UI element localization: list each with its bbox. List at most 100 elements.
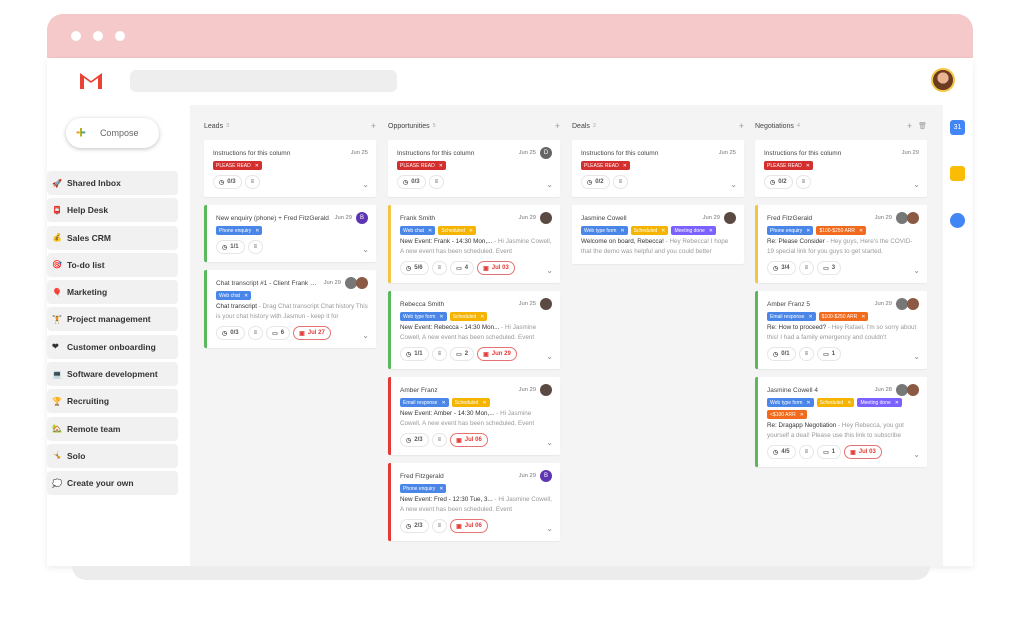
sidebar-item-to-do-list[interactable]: 🎯 To-do list [47, 252, 178, 277]
remove-tag-icon[interactable]: ✕ [255, 163, 259, 169]
chevron-down-icon[interactable]: ⌄ [913, 352, 920, 361]
card[interactable]: Fred Fitzgerald Jun 29 B Phone enquiry ✕ New… [388, 463, 560, 541]
label-tag[interactable]: Web chat ✕ [216, 291, 252, 300]
chevron-down-icon[interactable]: ⌄ [546, 180, 553, 189]
comments-chip[interactable]: ▭ 1 [817, 445, 842, 459]
checklist-chip[interactable]: ◷ 3/4 [767, 261, 796, 275]
remove-tag-icon[interactable]: ✕ [620, 228, 624, 234]
notes-chip[interactable]: ≡ [244, 175, 261, 189]
checklist-chip[interactable]: ◷ 2/3 [400, 519, 429, 533]
tasks-icon[interactable] [950, 213, 965, 228]
notes-chip[interactable]: ≡ [798, 347, 815, 361]
card[interactable]: Amber Franz Jun 29 Email response ✕ Schedul… [388, 377, 560, 455]
due-date-chip[interactable]: ▣ Jun 29 [477, 347, 517, 361]
search-input[interactable] [130, 70, 397, 92]
card[interactable]: New enquiry (phone) + Fred FitzGerald Jun… [204, 205, 376, 262]
chevron-down-icon[interactable]: ⌄ [546, 524, 553, 533]
checklist-chip[interactable]: ◷ 5/6 [400, 261, 429, 275]
label-tag[interactable]: Meeting done ✕ [857, 398, 902, 407]
trash-icon[interactable]: 🗑 [918, 122, 927, 130]
remove-tag-icon[interactable]: ✕ [661, 228, 665, 234]
chevron-down-icon[interactable]: ⌄ [362, 245, 369, 254]
comments-chip[interactable]: ▭ 1 [817, 347, 842, 361]
remove-tag-icon[interactable]: ✕ [244, 293, 248, 299]
checklist-chip[interactable]: ◷ 0/3 [397, 175, 426, 189]
remove-tag-icon[interactable]: ✕ [482, 400, 486, 406]
due-date-chip[interactable]: ▣ Jul 06 [450, 519, 488, 533]
notes-chip[interactable]: ≡ [431, 347, 448, 361]
card[interactable]: Frank Smith Jun 29 Web chat ✕ Scheduled ✕ New… [388, 205, 560, 283]
notes-chip[interactable]: ≡ [431, 433, 448, 447]
card[interactable]: Jasmine Cowell Jun 29 Web type form ✕ Sched… [572, 205, 744, 264]
sidebar-item-help-desk[interactable]: 📮 Help Desk [47, 198, 178, 223]
add-card-icon[interactable]: + [739, 121, 744, 131]
chevron-down-icon[interactable]: ⌄ [546, 438, 553, 447]
remove-tag-icon[interactable]: ✕ [808, 314, 812, 320]
label-tag[interactable]: Phone enquiry ✕ [216, 226, 263, 235]
label-tag[interactable]: Scheduled ✕ [449, 312, 488, 321]
remove-tag-icon[interactable]: ✕ [709, 228, 713, 234]
remove-tag-icon[interactable]: ✕ [480, 314, 484, 320]
label-tag[interactable]: Scheduled ✕ [816, 398, 855, 407]
card[interactable]: Chat transcript #1 - Client Frank Le... J… [204, 270, 376, 348]
due-date-chip[interactable]: ▣ Jul 27 [293, 326, 331, 340]
label-tag[interactable]: PLEASE READ ✕ [213, 161, 262, 170]
label-tag[interactable]: $100-$250 ARR ✕ [818, 312, 869, 321]
label-tag[interactable]: Phone enquiry ✕ [400, 484, 447, 493]
sidebar-item-project-management[interactable]: 🏋 Project management [47, 307, 178, 332]
remove-tag-icon[interactable]: ✕ [861, 314, 865, 320]
remove-tag-icon[interactable]: ✕ [800, 412, 804, 418]
chevron-down-icon[interactable]: ⌄ [362, 180, 369, 189]
remove-tag-icon[interactable]: ✕ [847, 400, 851, 406]
remove-tag-icon[interactable]: ✕ [806, 163, 810, 169]
label-tag[interactable]: Web type form ✕ [767, 398, 814, 407]
keep-icon[interactable] [950, 166, 965, 181]
chevron-down-icon[interactable]: ⌄ [913, 450, 920, 459]
notes-chip[interactable]: ≡ [798, 261, 815, 275]
chevron-down-icon[interactable]: ⌄ [913, 266, 920, 275]
checklist-chip[interactable]: ◷ 0/2 [764, 175, 793, 189]
notes-chip[interactable]: ≡ [431, 261, 448, 275]
card[interactable]: Instructions for this column Jun 25 PLEAS… [204, 140, 376, 197]
remove-tag-icon[interactable]: ✕ [439, 163, 443, 169]
compose-button[interactable]: + Compose [66, 118, 159, 148]
card[interactable]: Rebecca Smith Jun 25 Web type form ✕ Schedu… [388, 291, 560, 369]
notes-chip[interactable]: ≡ [431, 519, 448, 533]
sidebar-item-marketing[interactable]: 🎈 Marketing [47, 280, 178, 305]
label-tag[interactable]: PLEASE READ ✕ [764, 161, 813, 170]
chevron-down-icon[interactable]: ⌄ [546, 266, 553, 275]
add-card-icon[interactable]: + [555, 121, 560, 131]
card[interactable]: Instructions for this column Jun 25 D PLEA… [388, 140, 560, 197]
card[interactable]: Jasmine Cowell 4 Jun 28 Web type form ✕ Sch… [755, 377, 927, 467]
remove-tag-icon[interactable]: ✕ [428, 228, 432, 234]
label-tag[interactable]: Meeting done ✕ [671, 226, 716, 235]
checklist-chip[interactable]: ◷ 0/2 [581, 175, 610, 189]
remove-tag-icon[interactable]: ✕ [895, 400, 899, 406]
checklist-chip[interactable]: ◷ 0/3 [213, 175, 242, 189]
sidebar-item-software-development[interactable]: 💻 Software development [47, 362, 178, 387]
remove-tag-icon[interactable]: ✕ [859, 228, 863, 234]
remove-tag-icon[interactable]: ✕ [255, 228, 259, 234]
comments-chip[interactable]: ▭ 4 [450, 261, 475, 275]
due-date-chip[interactable]: ▣ Jul 03 [844, 445, 882, 459]
card[interactable]: Fred FitzGerald Jun 29 Phone enquiry ✕ $100… [755, 205, 927, 283]
remove-tag-icon[interactable]: ✕ [469, 228, 473, 234]
checklist-chip[interactable]: ◷ 1/1 [400, 347, 429, 361]
notes-chip[interactable]: ≡ [612, 175, 629, 189]
card[interactable]: Instructions for this column Jun 29 PLEAS… [755, 140, 927, 197]
add-card-icon[interactable]: + [907, 121, 912, 131]
chevron-down-icon[interactable]: ⌄ [913, 180, 920, 189]
remove-tag-icon[interactable]: ✕ [439, 314, 443, 320]
label-tag[interactable]: $100-$250 ARR ✕ [816, 226, 867, 235]
due-date-chip[interactable]: ▣ Jul 03 [477, 261, 515, 275]
sidebar-item-solo[interactable]: 🤸 Solo [47, 443, 178, 468]
remove-tag-icon[interactable]: ✕ [806, 228, 810, 234]
checklist-chip[interactable]: ◷ 1/1 [216, 240, 245, 254]
checklist-chip[interactable]: ◷ 2/3 [400, 433, 429, 447]
label-tag[interactable]: Email response ✕ [400, 398, 449, 407]
chevron-down-icon[interactable]: ⌄ [730, 180, 737, 189]
comments-chip[interactable]: ▭ 2 [450, 347, 475, 361]
card[interactable]: Amber Franz 5 Jun 29 Email response ✕ $100-… [755, 291, 927, 369]
sidebar-item-customer-onboarding[interactable]: ❤ Customer onboarding [47, 334, 178, 359]
calendar-icon[interactable]: 31 [950, 120, 965, 135]
